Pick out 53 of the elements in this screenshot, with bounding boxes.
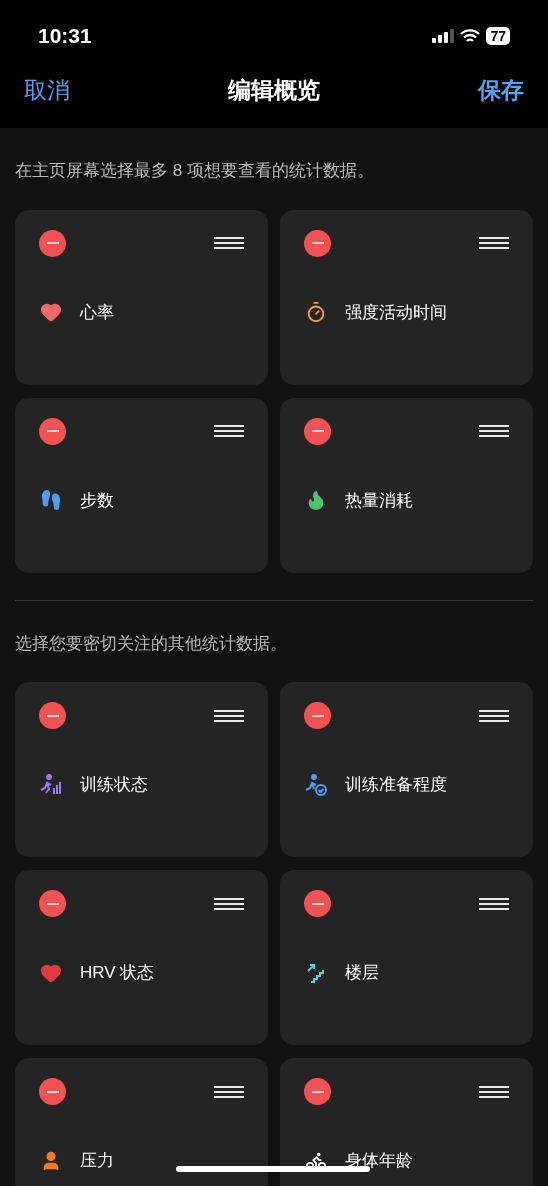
drag-handle-icon[interactable] (214, 237, 244, 249)
battery-icon: 77 (486, 27, 510, 45)
clock-time: 10:31 (38, 23, 92, 50)
section-caption: 在主页屏幕选择最多 8 项想要查看的统计数据。 (14, 160, 375, 182)
stopwatch-icon (305, 301, 327, 324)
drag-handle-icon[interactable] (214, 709, 244, 722)
section-caption: 选择您要密切关注的其他统计数据。 (14, 632, 288, 655)
drag-handle-icon[interactable] (479, 897, 509, 910)
stat-label: 心率 (80, 301, 114, 324)
stat-card[interactable]: 步数 (15, 397, 268, 573)
stat-card[interactable]: HRV 状态 (15, 870, 268, 1045)
remove-icon[interactable] (39, 1078, 66, 1105)
page-title: 编辑概览 (228, 75, 320, 105)
wifi-icon (460, 28, 481, 44)
heart-icon (40, 301, 62, 324)
remove-icon[interactable] (39, 417, 66, 445)
runner-bars-icon (39, 773, 63, 796)
stat-label: 楼层 (345, 962, 379, 984)
stat-card[interactable]: 热量消耗 (280, 397, 533, 573)
footprints-icon (40, 489, 62, 512)
stat-label: 步数 (80, 489, 114, 512)
drag-handle-icon[interactable] (479, 425, 509, 437)
stat-label: 热量消耗 (345, 489, 413, 512)
cancel-button[interactable]: 取消 (24, 72, 70, 108)
drag-handle-icon[interactable] (214, 1085, 244, 1098)
save-button[interactable]: 保存 (478, 72, 524, 108)
stairs-icon (305, 961, 327, 984)
drag-handle-icon[interactable] (479, 709, 509, 722)
remove-icon[interactable] (39, 890, 66, 917)
stat-label: HRV 状态 (80, 962, 155, 984)
remove-icon[interactable] (304, 890, 331, 917)
drag-handle-icon[interactable] (214, 425, 244, 437)
drag-handle-icon[interactable] (479, 1085, 509, 1098)
stat-label: 训练准备程度 (345, 774, 447, 796)
remove-icon[interactable] (39, 229, 66, 257)
remove-icon[interactable] (304, 417, 331, 445)
stat-card[interactable]: 心率 (15, 209, 268, 385)
remove-icon[interactable] (304, 1078, 331, 1105)
stat-card[interactable]: 训练状态 (15, 682, 268, 857)
stat-label: 压力 (80, 1150, 114, 1172)
remove-icon[interactable] (304, 229, 331, 257)
runner-check-icon (304, 773, 328, 796)
drag-handle-icon[interactable] (479, 237, 509, 249)
remove-icon[interactable] (39, 702, 66, 729)
stat-card[interactable]: 楼层 (280, 870, 533, 1045)
stat-label: 强度活动时间 (345, 301, 447, 324)
signal-icon (432, 29, 455, 43)
stat-card[interactable]: 强度活动时间 (280, 209, 533, 385)
stat-card[interactable]: 压力 (15, 1058, 268, 1186)
remove-icon[interactable] (304, 702, 331, 729)
stat-label: 训练状态 (80, 774, 148, 796)
drag-handle-icon[interactable] (214, 897, 244, 910)
stat-card[interactable]: 训练准备程度 (280, 682, 533, 857)
